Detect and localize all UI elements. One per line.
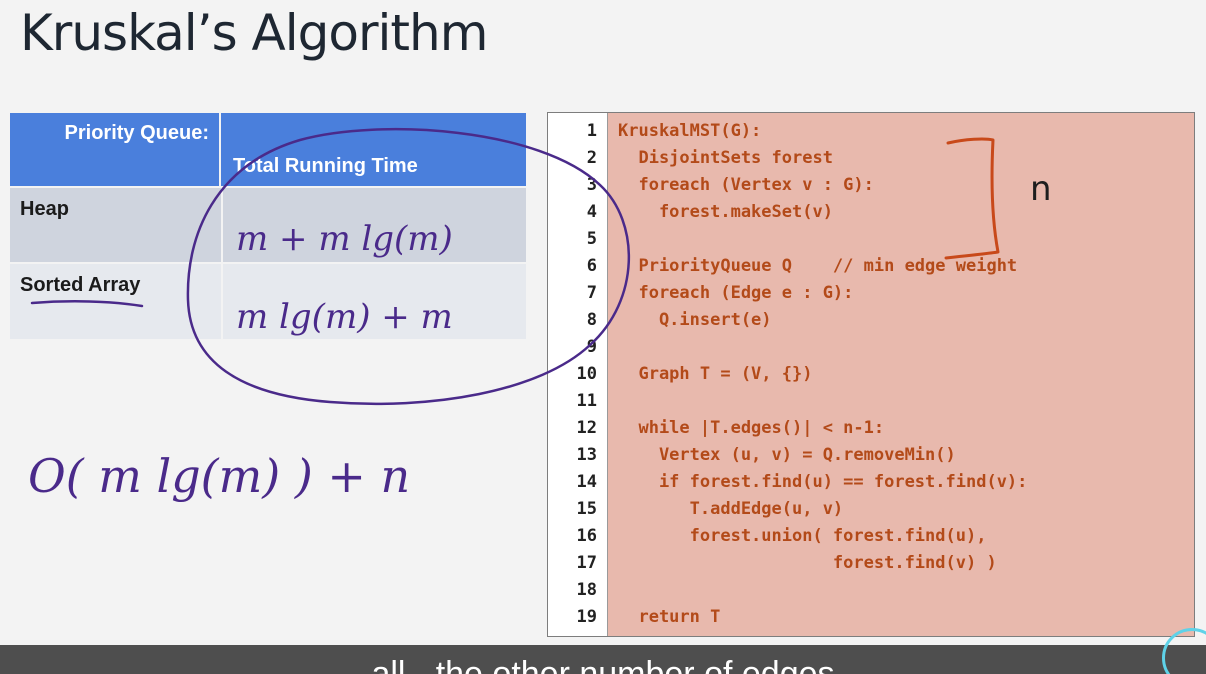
- line-number: 5: [586, 229, 597, 249]
- code-line: foreach (Vertex v : G):: [618, 175, 874, 195]
- line-number: 19: [576, 607, 597, 627]
- table-row: Heap: [10, 188, 526, 262]
- code-line: foreach (Edge e : G):: [618, 283, 854, 303]
- line-number: 17: [576, 553, 597, 573]
- running-time-table: Priority Queue: Total Running Time Heap …: [10, 113, 526, 339]
- header-total-running-time: Total Running Time: [233, 155, 418, 177]
- table-header-cell: Priority Queue:: [10, 113, 221, 186]
- line-number: 11: [576, 391, 597, 411]
- table-header-cell: Total Running Time: [223, 113, 526, 186]
- code-line: if forest.find(u) == forest.find(v):: [618, 472, 1028, 492]
- slide-title: Kruskal’s Algorithm: [20, 4, 488, 62]
- big-o-handwriting: O( m lg(m) ) + n: [28, 449, 410, 503]
- header-priority-queue: Priority Queue:: [64, 122, 209, 144]
- table-cell: [223, 264, 526, 339]
- line-number: 13: [576, 445, 597, 465]
- row-label-heap: Heap: [20, 198, 69, 220]
- line-number: 7: [586, 283, 597, 303]
- caption-text: ...all - the other number of edges...: [343, 655, 863, 674]
- code-line: Vertex (u, v) = Q.removeMin(): [618, 445, 956, 465]
- caption-bar: ...all - the other number of edges...: [0, 645, 1206, 674]
- table-cell: Heap: [10, 188, 221, 262]
- slide: Kruskal’s Algorithm Priority Queue: Tota…: [0, 0, 1206, 674]
- line-number: 1: [586, 121, 597, 141]
- line-number: 16: [576, 526, 597, 546]
- code-line: forest.find(v) ): [618, 553, 997, 573]
- row-label-sorted-array: Sorted Array: [20, 274, 141, 296]
- code-line: DisjointSets forest: [618, 148, 833, 168]
- line-number: 8: [586, 310, 597, 330]
- table-header-row: Priority Queue: Total Running Time: [10, 113, 526, 186]
- code-line: Q.insert(e): [618, 310, 772, 330]
- code-line: forest.makeSet(v): [618, 202, 833, 222]
- code-listing: 1 KruskalMST(G): 2 DisjointSets forest 3 fo…: [547, 112, 1195, 637]
- line-number: 2: [586, 148, 597, 168]
- code-line: forest.union( forest.find(u),: [618, 526, 987, 546]
- line-number: 10: [576, 364, 597, 384]
- code-line: KruskalMST(G):: [618, 121, 762, 141]
- code-line: Graph T = (V, {}): [618, 364, 813, 384]
- line-number: 3: [586, 175, 597, 195]
- line-number: 14: [576, 472, 597, 492]
- line-number: 4: [586, 202, 597, 222]
- code-line: while |T.edges()| < n-1:: [618, 418, 885, 438]
- line-number: 15: [576, 499, 597, 519]
- table-cell: Sorted Array: [10, 264, 221, 339]
- line-number: 18: [576, 580, 597, 600]
- code-line: T.addEdge(u, v): [618, 499, 844, 519]
- line-number: 9: [586, 337, 597, 357]
- code-line: return T: [618, 607, 721, 627]
- code-line: PriorityQueue Q // min edge weight: [618, 256, 1018, 276]
- table-row: Sorted Array: [10, 264, 526, 339]
- line-number: 12: [576, 418, 597, 438]
- line-number: 6: [586, 256, 597, 276]
- table-cell: [223, 188, 526, 262]
